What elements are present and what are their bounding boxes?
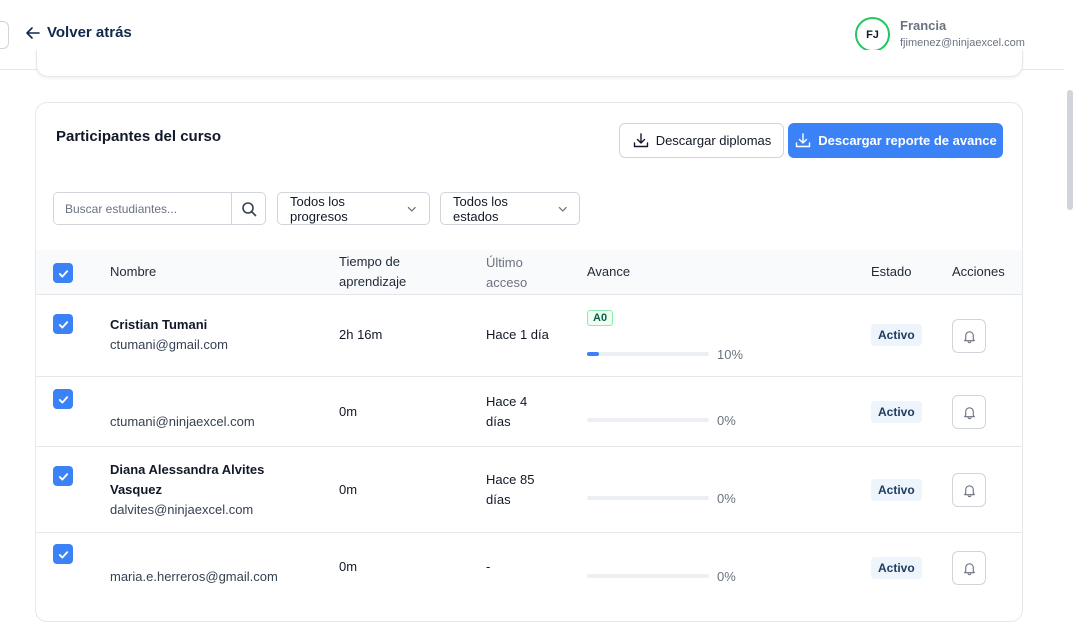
column-header-progress: Avance	[587, 264, 631, 279]
column-header-name: Nombre	[110, 264, 157, 279]
progress-bar	[587, 352, 709, 356]
chevron-down-icon	[558, 206, 567, 212]
progress-bar	[587, 418, 709, 422]
previous-card	[36, 50, 1023, 77]
progress-percent: 0%	[717, 413, 736, 428]
avatar: FJ	[855, 17, 890, 52]
learning-time: 0m	[339, 559, 358, 574]
search-button[interactable]	[231, 193, 265, 224]
status-badge: Activo	[871, 557, 922, 579]
bell-icon	[963, 484, 975, 497]
learning-time: 0m	[339, 482, 358, 497]
search-box	[53, 192, 266, 225]
bell-icon	[963, 406, 975, 419]
table-header: Nombre Tiempo de aprendizaje Último acce…	[36, 250, 1022, 295]
learning-time: 2h 16m	[339, 327, 383, 342]
user-menu[interactable]: FJ Francia fjimenez@ninjaexcel.com	[855, 17, 1025, 52]
student-email: dalvites@ninjaexcel.com	[110, 502, 254, 517]
check-icon	[58, 269, 68, 277]
chevron-down-icon	[408, 206, 417, 212]
download-icon	[633, 132, 648, 147]
student-email: ctumani@gmail.com	[110, 337, 228, 352]
level-badge: A0	[587, 310, 614, 326]
column-header-time: Tiempo de aprendizaje	[339, 252, 406, 292]
search-icon	[241, 201, 256, 216]
column-header-last-line2: acceso	[486, 275, 528, 290]
notify-button[interactable]	[952, 319, 986, 353]
row-checkbox[interactable]	[53, 389, 73, 409]
scrollbar-thumb[interactable]	[1067, 90, 1073, 210]
last-access: Hace 1 día	[486, 327, 549, 342]
column-header-last-line1: Último	[486, 255, 523, 270]
bell-icon	[963, 330, 975, 343]
card-title: Participantes del curso	[56, 128, 222, 145]
status-filter-select[interactable]: Todos los estados	[440, 192, 580, 225]
last-access-line1: Hace 85	[486, 472, 535, 487]
learning-time: 0m	[339, 404, 358, 419]
progress-bar-fill	[587, 352, 600, 356]
column-header-status: Estado	[871, 264, 912, 279]
download-diplomas-label: Descargar diplomas	[655, 133, 772, 148]
last-access-line2: días	[486, 414, 511, 429]
check-icon	[58, 395, 68, 403]
user-email: fjimenez@ninjaexcel.com	[900, 37, 1025, 49]
column-header-time-line1: Tiempo de	[339, 254, 400, 269]
arrow-left-icon	[26, 26, 40, 39]
column-header-last-access: Último acceso	[486, 253, 527, 293]
progress-percent: 0%	[717, 569, 736, 584]
user-info: Francia fjimenez@ninjaexcel.com	[900, 18, 1025, 49]
last-access: Hace 4 días	[486, 392, 527, 432]
bell-icon	[963, 562, 975, 575]
last-access-line2: días	[486, 492, 511, 507]
check-icon	[58, 472, 68, 480]
column-header-actions: Acciones	[952, 264, 1005, 279]
check-icon	[58, 320, 68, 328]
student-name: Diana Alessandra Alvites Vasquez	[110, 460, 264, 500]
student-name: Cristian Tumani	[110, 317, 208, 332]
status-badge: Activo	[871, 479, 922, 501]
progress-filter-select[interactable]: Todos los progresos	[277, 192, 430, 225]
row-checkbox[interactable]	[53, 466, 73, 486]
status-badge: Activo	[871, 324, 922, 346]
last-access: -	[486, 559, 491, 574]
student-email: maria.e.herreros@gmail.com	[110, 569, 278, 584]
select-all-checkbox[interactable]	[53, 263, 73, 283]
progress-bar	[587, 496, 709, 500]
notify-button[interactable]	[952, 473, 986, 507]
notify-button[interactable]	[952, 551, 986, 585]
table-row: Diana Alessandra Alvites Vasquez dalvite…	[36, 447, 1022, 533]
student-email: ctumani@ninjaexcel.com	[110, 414, 255, 429]
download-diplomas-button[interactable]: Descargar diplomas	[619, 123, 784, 158]
download-report-button[interactable]: Descargar reporte de avance	[788, 123, 1003, 158]
user-name: Francia	[900, 18, 947, 33]
table-row: Cristian Tumani ctumani@gmail.com 2h 16m…	[36, 295, 1022, 377]
column-header-time-line2: aprendizaje	[339, 274, 407, 289]
page-scrollbar[interactable]	[1064, 0, 1076, 591]
search-input[interactable]	[54, 193, 231, 224]
participants-card: Participantes del curso Descargar diplom…	[35, 102, 1023, 622]
back-label: Volver atrás	[47, 24, 132, 41]
notify-button[interactable]	[952, 395, 986, 429]
check-icon	[58, 550, 68, 558]
table-row: ctumani@ninjaexcel.com 0m Hace 4 días 0%…	[36, 377, 1022, 447]
progress-percent: 0%	[717, 491, 736, 506]
status-badge: Activo	[871, 401, 922, 423]
row-checkbox[interactable]	[53, 314, 73, 334]
last-access-line1: Hace 4	[486, 394, 528, 409]
progress-bar	[587, 574, 709, 578]
last-access: Hace 85 días	[486, 470, 534, 510]
table-row: maria.e.herreros@gmail.com 0m - 0% Activ…	[36, 533, 1022, 603]
back-link[interactable]: Volver atrás	[25, 24, 132, 41]
sidebar-toggle[interactable]	[0, 21, 9, 49]
progress-filter-value: Todos los progresos	[290, 193, 348, 224]
student-name-line2: Vasquez	[110, 482, 163, 497]
progress-percent: 10%	[717, 347, 744, 362]
row-checkbox[interactable]	[53, 544, 73, 564]
download-report-label: Descargar reporte de avance	[818, 133, 997, 148]
status-filter-value: Todos los estados	[453, 193, 508, 224]
download-icon	[796, 132, 811, 147]
student-name-line1: Diana Alessandra Alvites	[110, 462, 265, 477]
